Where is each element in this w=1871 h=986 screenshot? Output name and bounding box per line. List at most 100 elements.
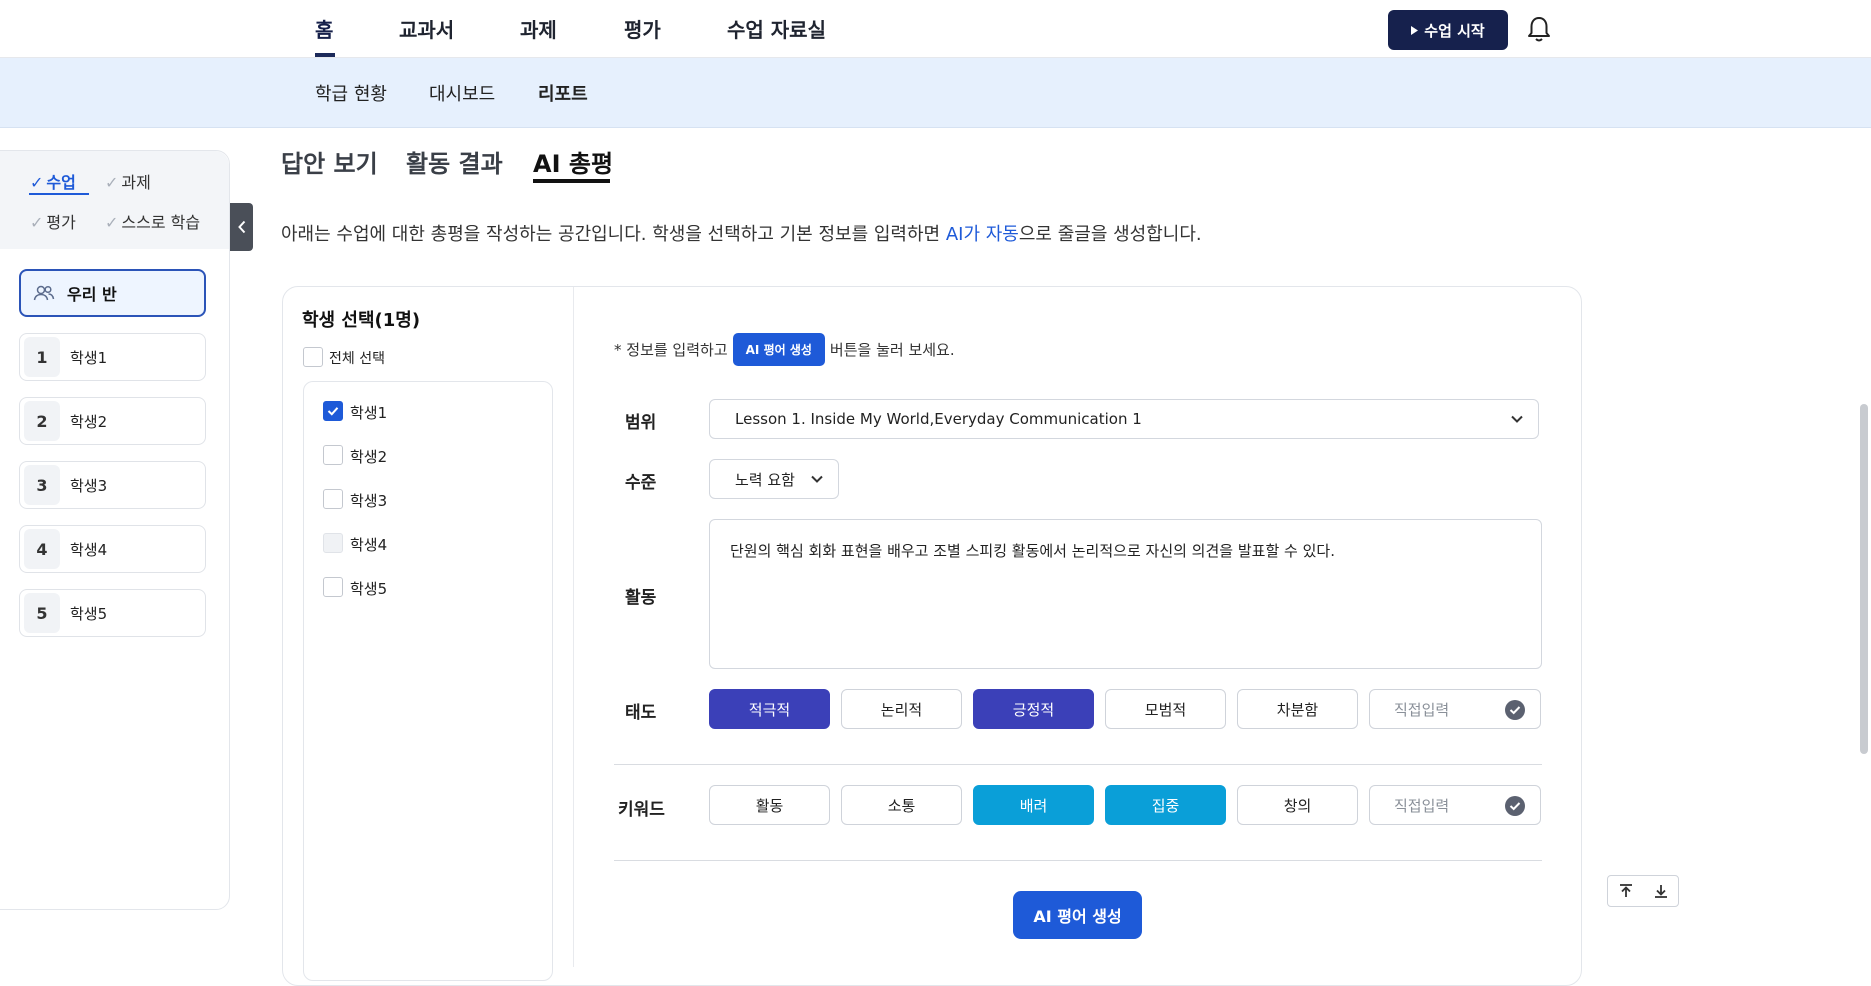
- start-class-label: 수업 시작: [1424, 21, 1485, 40]
- student-name: 학생2: [70, 412, 108, 431]
- sidebar-student-card[interactable]: 1 학생1: [19, 333, 206, 381]
- student-checkbox-label: 학생4: [350, 536, 388, 554]
- select-all-label: 전체 선택: [329, 351, 385, 367]
- attitude-direct-input-placeholder: 직접입력: [1394, 700, 1450, 719]
- top-nav-evaluation[interactable]: 평가: [624, 14, 661, 43]
- page-scrollbar[interactable]: [1860, 404, 1868, 754]
- student-checkbox[interactable]: [323, 577, 343, 597]
- sidebar-student-card[interactable]: 2 학생2: [19, 397, 206, 445]
- filter-tab-assignment[interactable]: ✓ 과제: [105, 169, 151, 193]
- tab-ai-review[interactable]: AI 총평: [533, 144, 613, 179]
- top-nav: 홈 교과서 과제 평가 수업 자료실 수업 시작: [0, 0, 1871, 58]
- student-checkbox-label: 학생3: [350, 492, 388, 510]
- student-number: 1: [24, 337, 60, 377]
- top-nav-home[interactable]: 홈: [315, 14, 333, 43]
- attitude-direct-input[interactable]: 직접입력: [1369, 689, 1541, 729]
- chevron-down-icon: [1511, 415, 1523, 423]
- attitude-option-logical[interactable]: 논리적: [841, 689, 962, 729]
- sub-nav-class-status[interactable]: 학급 현황: [315, 80, 387, 106]
- check-icon: ✓: [30, 213, 44, 232]
- tab-view-answers[interactable]: 답안 보기: [281, 144, 378, 179]
- student-checklist: [303, 381, 553, 981]
- scroll-bottom-icon: [1654, 885, 1667, 898]
- sidebar-collapse-button[interactable]: [230, 203, 253, 251]
- top-nav-active-indicator: [315, 53, 335, 57]
- sub-nav-report[interactable]: 리포트: [538, 80, 588, 106]
- scroll-bottom-button[interactable]: [1643, 876, 1678, 906]
- check-circle-icon[interactable]: [1504, 795, 1526, 817]
- keyword-option-activity[interactable]: 활동: [709, 785, 830, 825]
- filter-tab-self-study[interactable]: ✓ 스스로 학습: [105, 209, 200, 233]
- check-icon: ✓: [105, 213, 119, 232]
- start-class-button[interactable]: 수업 시작: [1388, 10, 1508, 50]
- sidebar-student-card[interactable]: 3 학생3: [19, 461, 206, 509]
- attitude-option-calm[interactable]: 차분함: [1237, 689, 1358, 729]
- scroll-top-icon: [1619, 884, 1632, 897]
- attitude-option-active[interactable]: 적극적: [709, 689, 830, 729]
- activity-label: 활동: [625, 588, 657, 608]
- student-checkbox[interactable]: [323, 489, 343, 509]
- attitude-option-exemplary[interactable]: 모범적: [1105, 689, 1226, 729]
- filter-tab-class[interactable]: ✓ 수업: [30, 169, 76, 193]
- student-name: 학생5: [70, 604, 108, 623]
- level-select-value: 노력 요함: [735, 470, 795, 489]
- tab-activity-results[interactable]: 활동 결과: [406, 144, 503, 179]
- student-number: 3: [24, 465, 60, 505]
- top-nav-textbook[interactable]: 교과서: [399, 14, 454, 43]
- keyword-option-focus[interactable]: 집중: [1105, 785, 1226, 825]
- panel-divider: [573, 287, 574, 967]
- top-nav-assignment[interactable]: 과제: [520, 14, 557, 43]
- student-number: 5: [24, 593, 60, 633]
- chevron-down-icon: [811, 475, 823, 483]
- student-checkbox[interactable]: [323, 401, 343, 421]
- attitude-option-positive[interactable]: 긍정적: [973, 689, 1094, 729]
- keyword-option-creativity[interactable]: 창의: [1237, 785, 1358, 825]
- sidebar-filter-area: ✓ 수업 ✓ 과제 ✓ 평가 ✓ 스스로 학습: [0, 151, 229, 249]
- student-select-title: 학생 선택(1명): [302, 310, 421, 331]
- sub-nav-dashboard[interactable]: 대시보드: [429, 80, 495, 106]
- class-card-our-class[interactable]: 우리 반: [19, 269, 206, 317]
- tab-active-indicator: [533, 179, 610, 183]
- activity-textarea[interactable]: 단원의 핵심 회화 표현을 배우고 조별 스피킹 활동에서 논리적으로 자신의 …: [709, 519, 1542, 669]
- level-select[interactable]: 노력 요함: [709, 459, 839, 499]
- student-number: 2: [24, 401, 60, 441]
- student-checkbox-label: 학생5: [350, 580, 388, 598]
- attitude-label: 태도: [625, 703, 657, 723]
- select-all-checkbox[interactable]: [303, 347, 323, 367]
- play-icon: [1411, 25, 1419, 35]
- users-icon: [33, 285, 55, 301]
- class-card-label: 우리 반: [67, 285, 117, 304]
- level-label: 수준: [625, 473, 657, 493]
- range-select-value: Lesson 1. Inside My World,Everyday Commu…: [735, 410, 1142, 428]
- keyword-option-communication[interactable]: 소통: [841, 785, 962, 825]
- student-checkbox-label: 학생2: [350, 448, 388, 466]
- filter-tab-evaluation[interactable]: ✓ 평가: [30, 209, 76, 233]
- chevron-left-icon: [237, 220, 245, 234]
- student-checkbox[interactable]: [323, 445, 343, 465]
- keyword-label: 키워드: [618, 800, 665, 820]
- range-label: 범위: [625, 413, 657, 433]
- scroll-top-button[interactable]: [1608, 876, 1643, 906]
- range-select[interactable]: Lesson 1. Inside My World,Everyday Commu…: [709, 399, 1539, 439]
- keyword-option-consideration[interactable]: 배려: [973, 785, 1094, 825]
- page-description: 아래는 수업에 대한 총평을 작성하는 공간입니다. 학생을 선택하고 기본 정…: [281, 224, 1202, 245]
- sidebar-student-card[interactable]: 5 학생5: [19, 589, 206, 637]
- form-divider: [614, 860, 1542, 861]
- keyword-direct-input[interactable]: 직접입력: [1369, 785, 1541, 825]
- scroll-buttons: [1607, 875, 1679, 907]
- sidebar: ✓ 수업 ✓ 과제 ✓ 평가 ✓ 스스로 학습 우리 반 1 학생1 2 학생2 3 학생3 …: [0, 150, 230, 910]
- student-name: 학생4: [70, 540, 108, 559]
- student-checkbox-disabled: [323, 533, 343, 553]
- top-nav-materials[interactable]: 수업 자료실: [727, 14, 826, 43]
- student-name: 학생3: [70, 476, 108, 495]
- check-icon: ✓: [105, 173, 119, 192]
- sub-nav: 학급 현황 대시보드 리포트: [0, 58, 1871, 128]
- bell-icon[interactable]: [1524, 14, 1554, 44]
- form-divider: [614, 764, 1542, 765]
- sidebar-student-card[interactable]: 4 학생4: [19, 525, 206, 573]
- form-hint: * 정보를 입력하고 AI 평어 생성 버튼을 눌러 보세요.: [614, 333, 955, 366]
- generate-ai-review-button[interactable]: AI 평어 생성: [1013, 891, 1142, 939]
- check-circle-icon[interactable]: [1504, 699, 1526, 721]
- student-checkbox-label: 학생1: [350, 404, 388, 422]
- student-number: 4: [24, 529, 60, 569]
